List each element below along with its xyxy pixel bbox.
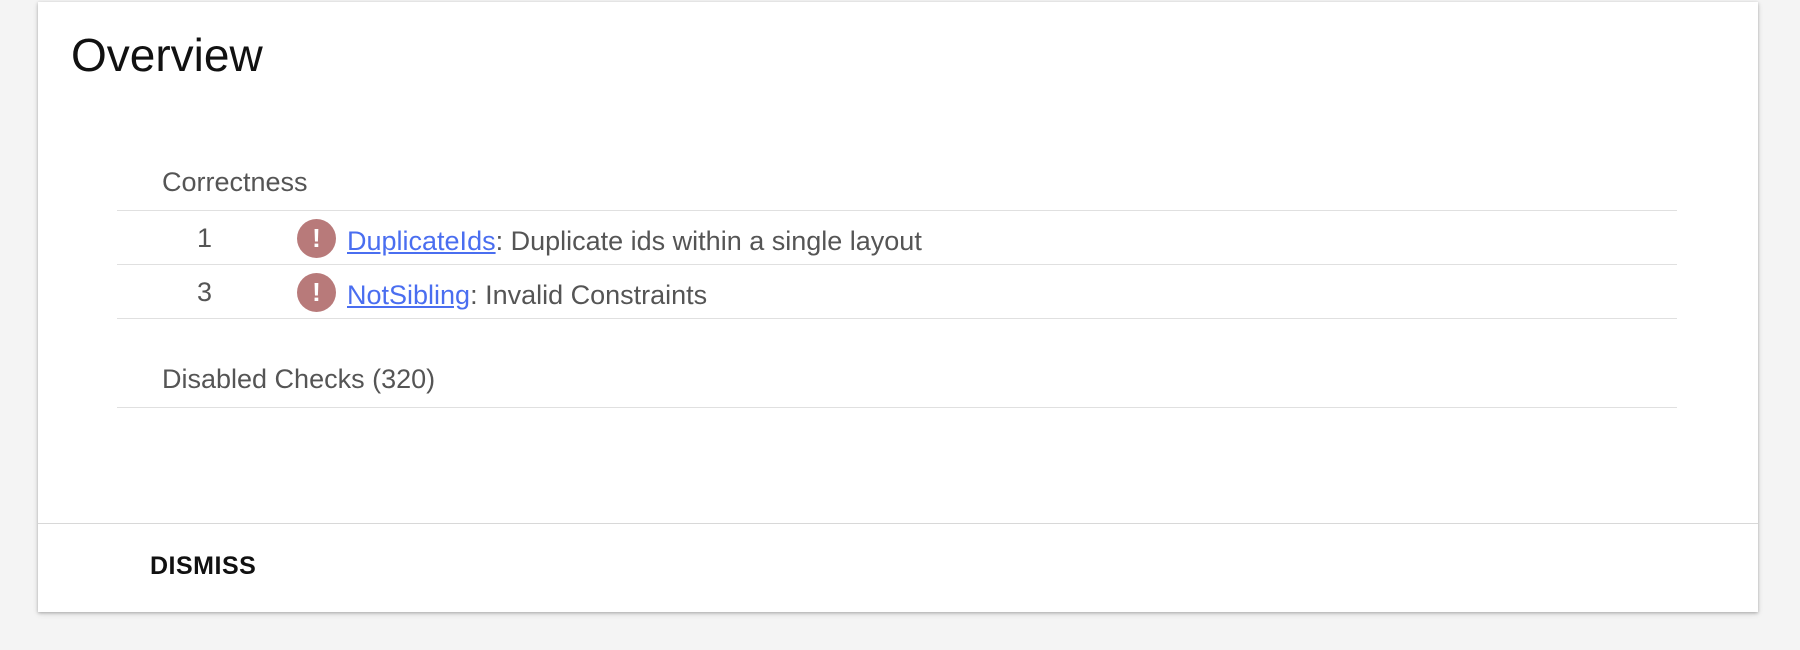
issue-count: 3 bbox=[197, 277, 213, 307]
section-label: Correctness bbox=[162, 167, 308, 197]
dismiss-button[interactable]: DISMISS bbox=[150, 552, 256, 581]
issue-text: NotSibling: Invalid Constraints bbox=[347, 280, 707, 311]
section-header-disabled-checks[interactable]: Disabled Checks (320) bbox=[117, 354, 1677, 408]
issue-link-duplicateids[interactable]: DuplicateIds bbox=[347, 226, 496, 256]
issue-description: : Invalid Constraints bbox=[470, 280, 708, 310]
section-label: Disabled Checks (320) bbox=[162, 364, 436, 394]
issue-link-notsibling[interactable]: NotSibling bbox=[347, 280, 470, 310]
issue-row: 3 ! NotSibling: Invalid Constraints bbox=[117, 265, 1677, 319]
section-header-correctness: Correctness bbox=[117, 158, 1677, 211]
error-icon: ! bbox=[297, 219, 336, 258]
card-footer: DISMISS bbox=[38, 523, 1758, 612]
overview-card: Overview Correctness 1 ! DuplicateIds: D… bbox=[38, 2, 1758, 612]
issue-text: DuplicateIds: Duplicate ids within a sin… bbox=[347, 226, 922, 257]
issue-description: : Duplicate ids within a single layout bbox=[495, 226, 922, 256]
issue-row: 1 ! DuplicateIds: Duplicate ids within a… bbox=[117, 211, 1677, 265]
issue-count: 1 bbox=[197, 223, 213, 253]
page-title: Overview bbox=[71, 29, 263, 81]
error-icon: ! bbox=[297, 273, 336, 312]
